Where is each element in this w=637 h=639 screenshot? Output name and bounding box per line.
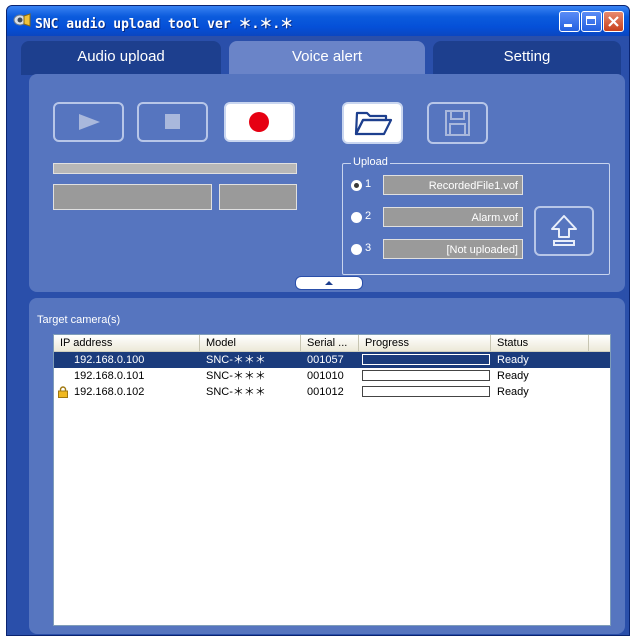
collapse-panel-button[interactable] bbox=[295, 276, 363, 290]
app-icon bbox=[13, 13, 31, 27]
save-file-button[interactable] bbox=[427, 102, 488, 144]
stop-icon bbox=[165, 114, 180, 129]
minimize-icon bbox=[564, 24, 572, 27]
cell-model: SNC-＊＊＊ bbox=[206, 386, 266, 398]
upload-slot-1-field[interactable]: RecordedFile1.vof bbox=[383, 175, 523, 195]
maximize-icon bbox=[586, 16, 596, 25]
list-header: IP address Model Serial ... Progress Sta… bbox=[54, 335, 610, 352]
stop-button[interactable] bbox=[137, 102, 208, 142]
title-bar[interactable]: SNC audio upload tool ver ＊.＊.＊ bbox=[7, 6, 629, 36]
tab-setting[interactable]: Setting bbox=[433, 41, 621, 75]
column-header-progress[interactable]: Progress bbox=[359, 335, 491, 351]
table-row[interactable]: 192.168.0.101 SNC-＊＊＊ 001010 Ready bbox=[54, 368, 610, 384]
table-row[interactable]: 192.168.0.102 SNC-＊＊＊ 001012 Ready bbox=[54, 384, 610, 400]
cell-status: Ready bbox=[497, 386, 529, 398]
minimize-button[interactable] bbox=[559, 11, 580, 32]
cell-serial: 001012 bbox=[307, 386, 344, 398]
camera-list[interactable]: IP address Model Serial ... Progress Sta… bbox=[53, 334, 611, 626]
cell-ip: 192.168.0.102 bbox=[74, 386, 145, 398]
upload-slot-3-field[interactable]: [Not uploaded] bbox=[383, 239, 523, 259]
tab-bar: Audio upload Voice alert Setting bbox=[21, 41, 621, 75]
column-header-ip[interactable]: IP address bbox=[54, 335, 200, 351]
column-header-serial[interactable]: Serial ... bbox=[301, 335, 359, 351]
lock-icon bbox=[58, 386, 68, 398]
upload-arrow-icon bbox=[551, 215, 577, 246]
progress-bar bbox=[362, 370, 490, 381]
save-icon bbox=[445, 110, 470, 136]
close-icon bbox=[608, 16, 619, 27]
column-header-model[interactable]: Model bbox=[200, 335, 301, 351]
play-button[interactable] bbox=[53, 102, 124, 142]
tab-voice-alert[interactable]: Voice alert bbox=[229, 41, 425, 75]
open-file-button[interactable] bbox=[342, 102, 403, 144]
app-window: SNC audio upload tool ver ＊.＊.＊ Audio up… bbox=[6, 5, 630, 636]
close-button[interactable] bbox=[603, 11, 624, 32]
target-cameras-panel: Target camera(s) IP address Model Serial… bbox=[29, 298, 625, 634]
upload-legend: Upload bbox=[351, 156, 390, 168]
record-icon bbox=[249, 112, 269, 132]
progress-bar bbox=[362, 386, 490, 397]
upload-group: Upload 1 RecordedFile1.vof 2 Alarm.vof 3… bbox=[342, 156, 610, 275]
upload-slot-1-radio[interactable] bbox=[351, 180, 362, 191]
cell-serial: 001010 bbox=[307, 370, 344, 382]
upload-slot-1-number: 1 bbox=[365, 178, 372, 190]
tab-audio-upload[interactable]: Audio upload bbox=[21, 41, 221, 75]
column-header-status[interactable]: Status bbox=[491, 335, 589, 351]
recording-progress-bar bbox=[53, 163, 297, 174]
upload-slot-3-number: 3 bbox=[365, 242, 372, 254]
cell-status: Ready bbox=[497, 354, 529, 366]
cell-serial: 001057 bbox=[307, 354, 344, 366]
upload-button[interactable] bbox=[534, 206, 594, 256]
record-button[interactable] bbox=[224, 102, 295, 142]
voice-alert-panel: Upload 1 RecordedFile1.vof 2 Alarm.vof 3… bbox=[29, 74, 625, 292]
cell-model: SNC-＊＊＊ bbox=[206, 370, 266, 382]
upload-slot-3-radio[interactable] bbox=[351, 244, 362, 255]
cell-model: SNC-＊＊＊ bbox=[206, 354, 266, 366]
upload-slot-2-field[interactable]: Alarm.vof bbox=[383, 207, 523, 227]
recording-time-field bbox=[219, 184, 297, 210]
open-folder-icon bbox=[354, 111, 393, 136]
upload-slot-2-radio[interactable] bbox=[351, 212, 362, 223]
progress-bar bbox=[362, 354, 490, 365]
table-row[interactable]: 192.168.0.100 SNC-＊＊＊ 001057 Ready bbox=[54, 352, 610, 368]
cell-ip: 192.168.0.100 bbox=[74, 354, 145, 366]
cell-status: Ready bbox=[497, 370, 529, 382]
maximize-button[interactable] bbox=[581, 11, 602, 32]
recording-filename-field bbox=[53, 184, 212, 210]
upload-slot-2-number: 2 bbox=[365, 210, 372, 222]
window-title: SNC audio upload tool ver ＊.＊.＊ bbox=[35, 17, 294, 32]
target-cameras-label: Target camera(s) bbox=[37, 314, 121, 326]
chevron-up-icon bbox=[325, 281, 333, 285]
cell-ip: 192.168.0.101 bbox=[74, 370, 145, 382]
radio-selected-dot bbox=[354, 183, 359, 188]
play-icon bbox=[79, 114, 100, 130]
